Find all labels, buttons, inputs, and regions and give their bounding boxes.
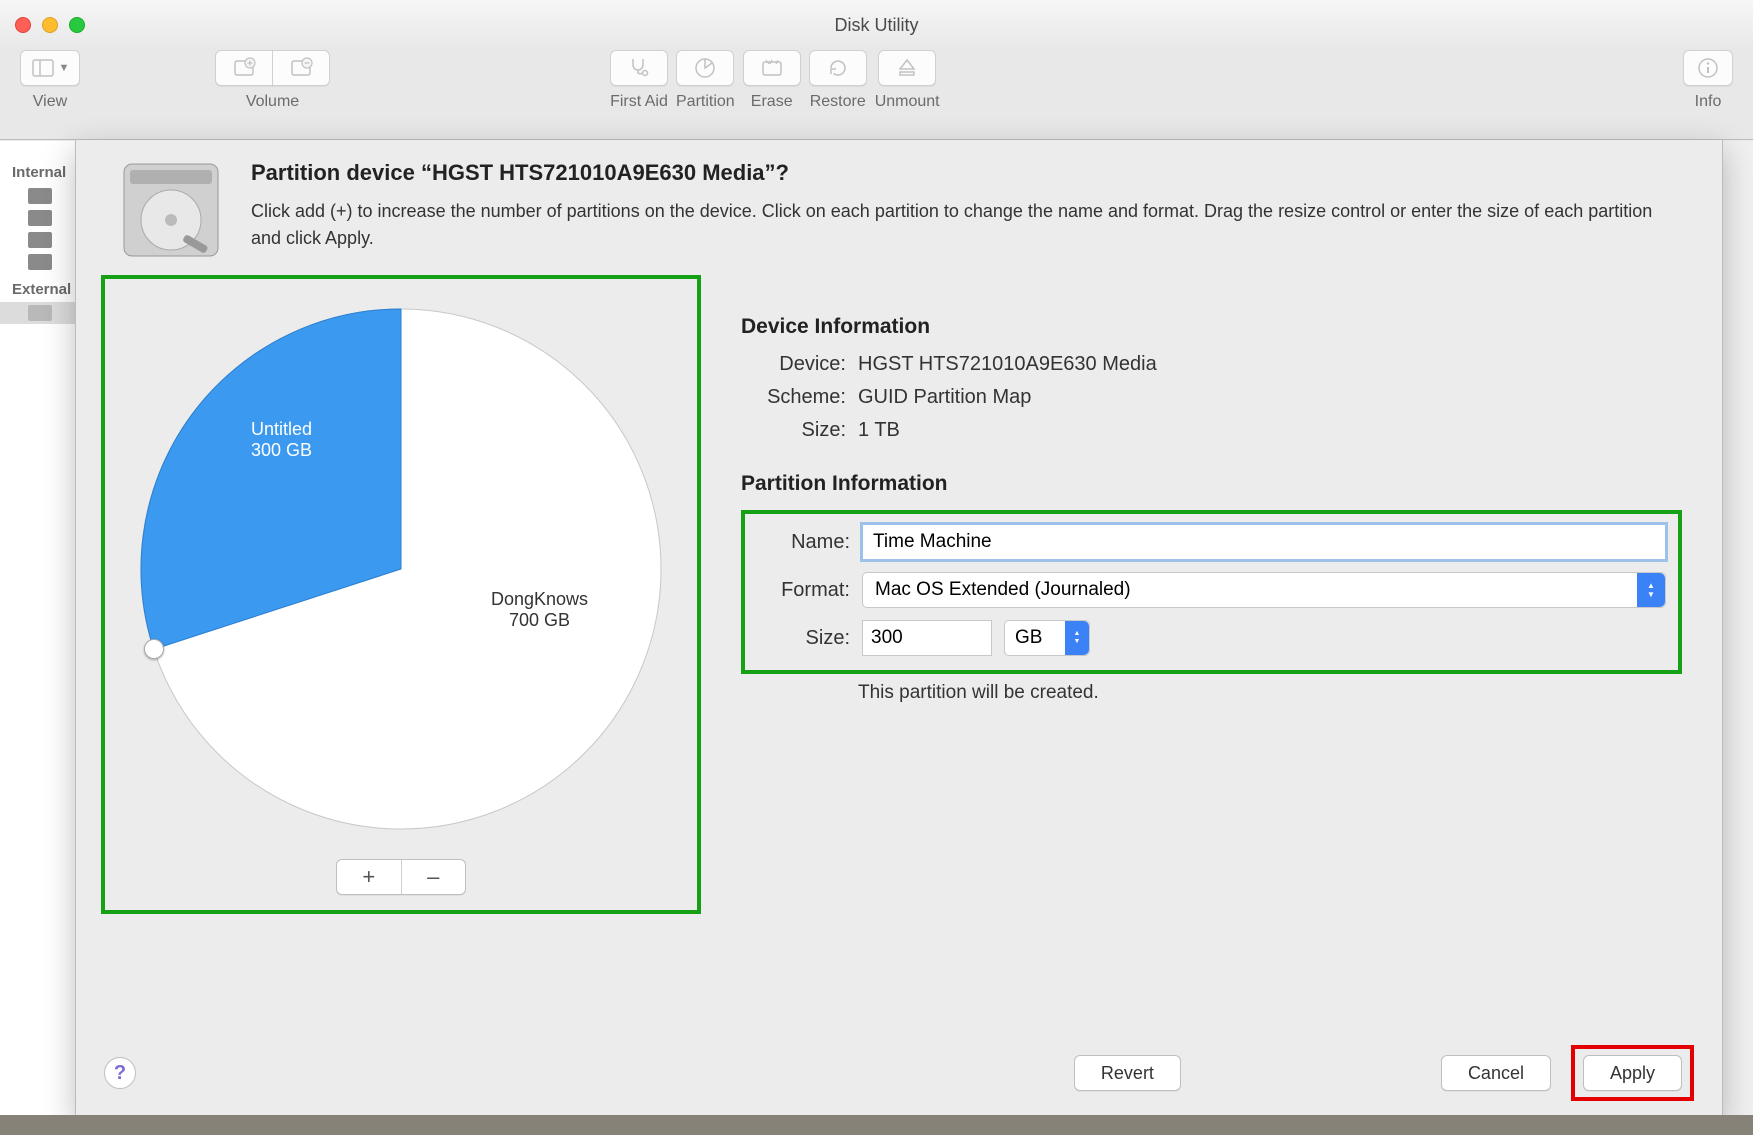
pie-resize-handle[interactable]: [144, 639, 164, 659]
sheet-heading: Partition device “HGST HTS721010A9E630 M…: [251, 160, 1682, 186]
remove-partition-button[interactable]: –: [401, 860, 466, 894]
apply-button[interactable]: Apply: [1583, 1055, 1682, 1091]
pie-icon: [693, 56, 717, 80]
first-aid-label: First Aid: [610, 93, 668, 111]
desktop-background: [0, 1115, 1753, 1135]
device-label: Device:: [741, 353, 846, 376]
size-label: Size:: [745, 627, 850, 650]
volume-remove-button[interactable]: [272, 50, 330, 86]
info-label: Info: [1695, 93, 1722, 111]
partition-hint: This partition will be created.: [858, 682, 1682, 704]
format-value: Mac OS Extended (Journaled): [875, 579, 1131, 601]
pie-slice-size: 300 GB: [251, 440, 312, 461]
erase-button[interactable]: [743, 50, 801, 86]
pie-slice-name: DongKnows: [491, 589, 588, 610]
restore-label: Restore: [810, 93, 866, 111]
total-size-label: Size:: [741, 419, 846, 442]
unmount-label: Unmount: [875, 93, 940, 111]
add-partition-button[interactable]: +: [337, 860, 401, 894]
pie-slice-name: Untitled: [251, 419, 312, 440]
titlebar: Disk Utility: [0, 0, 1753, 50]
disk-utility-window: Disk Utility ▼ View Volume: [0, 0, 1753, 1135]
view-button[interactable]: ▼: [20, 50, 80, 86]
format-select[interactable]: Mac OS Extended (Journaled): [862, 572, 1666, 608]
erase-icon: [760, 56, 784, 80]
chevron-updown-icon: [1065, 621, 1089, 655]
minimize-window-button[interactable]: [42, 17, 58, 33]
partition-pie-chart[interactable]: Untitled 300 GB DongKnows 700 GB: [121, 289, 681, 849]
revert-button[interactable]: Revert: [1074, 1055, 1181, 1091]
volume-remove-icon: [289, 56, 313, 80]
partition-name-input[interactable]: [862, 524, 1666, 560]
window-title: Disk Utility: [835, 15, 919, 36]
unmount-button[interactable]: [878, 50, 936, 86]
disk-icon: [28, 210, 52, 226]
partition-info-title: Partition Information: [741, 472, 1682, 496]
sidebar-icon: [31, 56, 55, 80]
chevron-updown-icon: [1637, 573, 1665, 607]
volume-label: Volume: [246, 93, 299, 111]
erase-label: Erase: [751, 93, 793, 111]
partition-sheet: Partition device “HGST HTS721010A9E630 M…: [75, 140, 1723, 1120]
apply-highlight-box: Apply: [1571, 1045, 1694, 1101]
info-icon: [1696, 56, 1720, 80]
toolbar: ▼ View Volume First Aid Partitio: [0, 50, 1753, 140]
device-value: HGST HTS721010A9E630 Media: [858, 353, 1157, 376]
size-unit-select[interactable]: GB: [1004, 620, 1090, 656]
close-window-button[interactable]: [15, 17, 31, 33]
disk-icon: [28, 188, 52, 204]
info-button[interactable]: [1683, 50, 1733, 86]
format-label: Format:: [745, 579, 850, 602]
stethoscope-icon: [627, 56, 651, 80]
sheet-subtext: Click add (+) to increase the number of …: [251, 198, 1682, 252]
device-info-title: Device Information: [741, 315, 1682, 339]
scheme-value: GUID Partition Map: [858, 386, 1031, 409]
size-unit-value: GB: [1015, 627, 1042, 649]
pie-highlight-box: Untitled 300 GB DongKnows 700 GB + –: [101, 275, 701, 914]
scheme-label: Scheme:: [741, 386, 846, 409]
view-label: View: [33, 93, 67, 111]
cancel-button[interactable]: Cancel: [1441, 1055, 1551, 1091]
restore-icon: [826, 56, 850, 80]
restore-button[interactable]: [809, 50, 867, 86]
partition-label: Partition: [676, 93, 735, 111]
pie-slice-size: 700 GB: [491, 610, 588, 631]
name-label: Name:: [745, 531, 850, 554]
first-aid-button[interactable]: [610, 50, 668, 86]
disk-icon: [28, 254, 52, 270]
hard-drive-icon: [116, 160, 226, 260]
partition-button[interactable]: [676, 50, 734, 86]
eject-icon: [895, 56, 919, 80]
help-button[interactable]: ?: [104, 1057, 136, 1089]
disk-icon: [28, 305, 52, 321]
maximize-window-button[interactable]: [69, 17, 85, 33]
disk-icon: [28, 232, 52, 248]
volume-add-button[interactable]: [215, 50, 273, 86]
partition-size-input[interactable]: [862, 620, 992, 656]
volume-add-icon: [232, 56, 256, 80]
form-highlight-box: Name: Format: Mac OS Extended (Journaled…: [741, 510, 1682, 674]
total-size-value: 1 TB: [858, 419, 900, 442]
